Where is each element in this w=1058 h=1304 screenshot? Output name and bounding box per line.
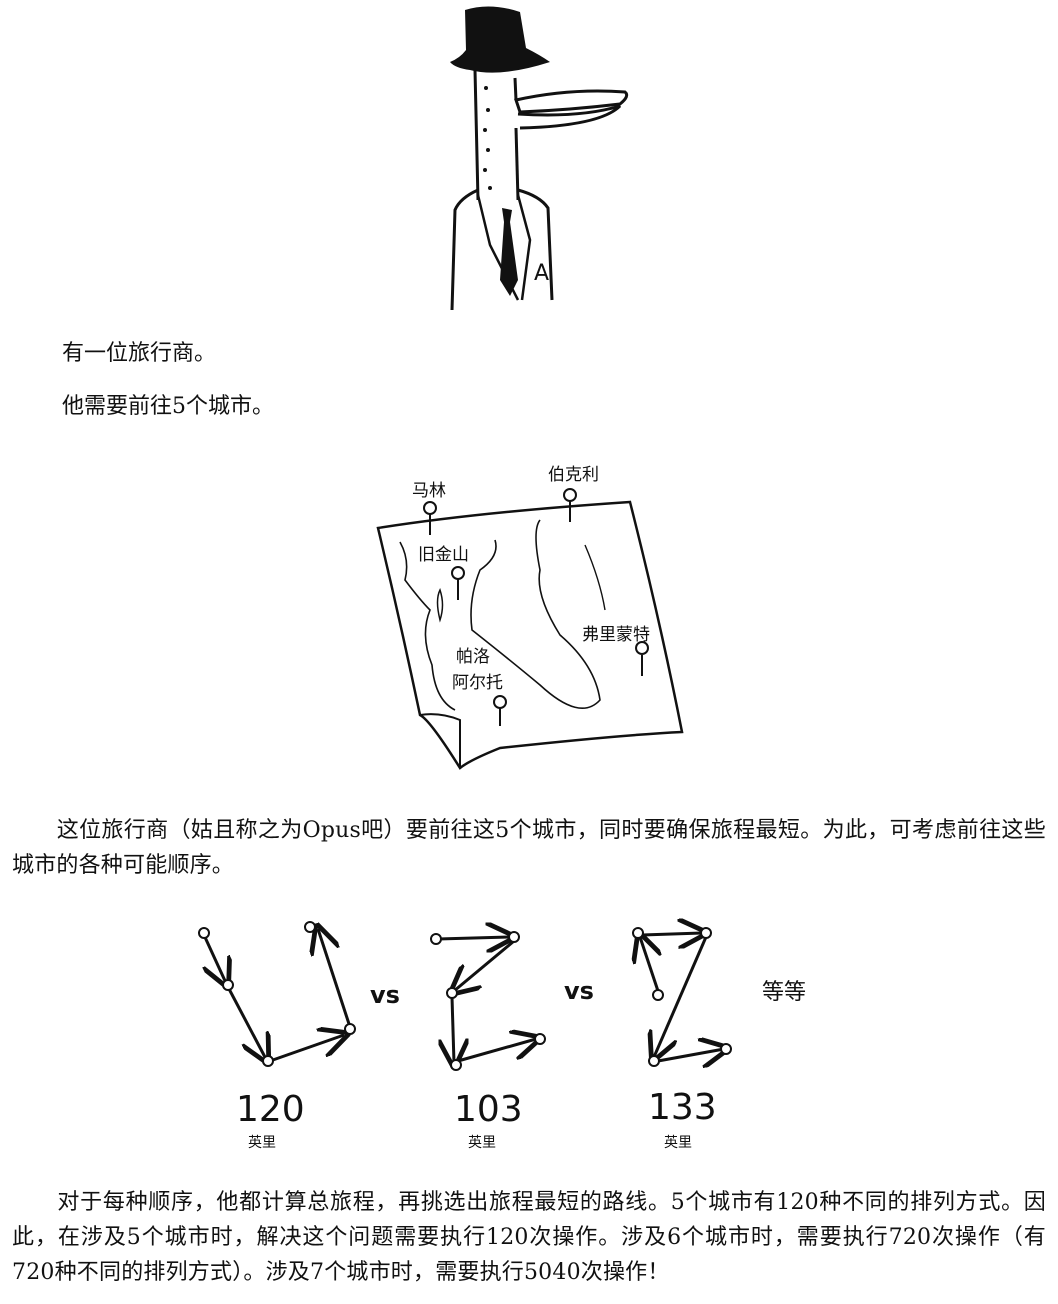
etc-label: 等等 xyxy=(762,980,806,1005)
route-3-distance: 133 xyxy=(648,1087,717,1128)
badge-letter: A xyxy=(534,261,549,286)
berkeley-pin-icon xyxy=(563,488,577,502)
vs-label-2: vs xyxy=(564,977,594,1005)
route-2-unit: 英里 xyxy=(468,1134,496,1151)
route-3-unit: 英里 xyxy=(664,1134,692,1151)
sf-pin-icon xyxy=(451,566,465,580)
intro-line-2: 他需要前往5个城市。 xyxy=(62,394,274,419)
route-2-distance: 103 xyxy=(454,1089,523,1130)
bay-area-map-illustration: 马林 伯克利 旧金山 弗里蒙特 帕洛 阿尔托 xyxy=(376,465,684,770)
route-1-unit: 英里 xyxy=(248,1134,276,1151)
intro-line-1: 有一位旅行商。 xyxy=(62,341,217,366)
city-label-sf: 旧金山 xyxy=(418,545,469,565)
route-1-distance: 120 xyxy=(236,1089,305,1130)
paragraph-intro-route: 这位旅行商（姑且称之为Opus吧）要前往这5个城市，同时要确保旅程最短。为此，可… xyxy=(12,818,1046,878)
city-label-berkeley: 伯克利 xyxy=(548,465,599,485)
marin-pin-icon xyxy=(423,501,437,515)
traveling-salesman-illustration: A xyxy=(450,6,629,311)
route-comparison-illustration: vs vs 等等 120 英里 103 英里 133 英里 xyxy=(198,915,806,1151)
vs-label-1: vs xyxy=(370,981,400,1009)
city-label-marin: 马林 xyxy=(412,481,446,501)
city-label-palo-alto-2: 阿尔托 xyxy=(452,673,503,693)
city-label-palo-alto-1: 帕洛 xyxy=(456,647,490,667)
city-label-fremont: 弗里蒙特 xyxy=(582,625,650,645)
palo-alto-pin-icon xyxy=(493,695,507,709)
paragraph-permutations: 对于每种顺序，他都计算总旅程，再挑选出旅程最短的路线。5个城市有120种不同的排… xyxy=(12,1190,1046,1285)
